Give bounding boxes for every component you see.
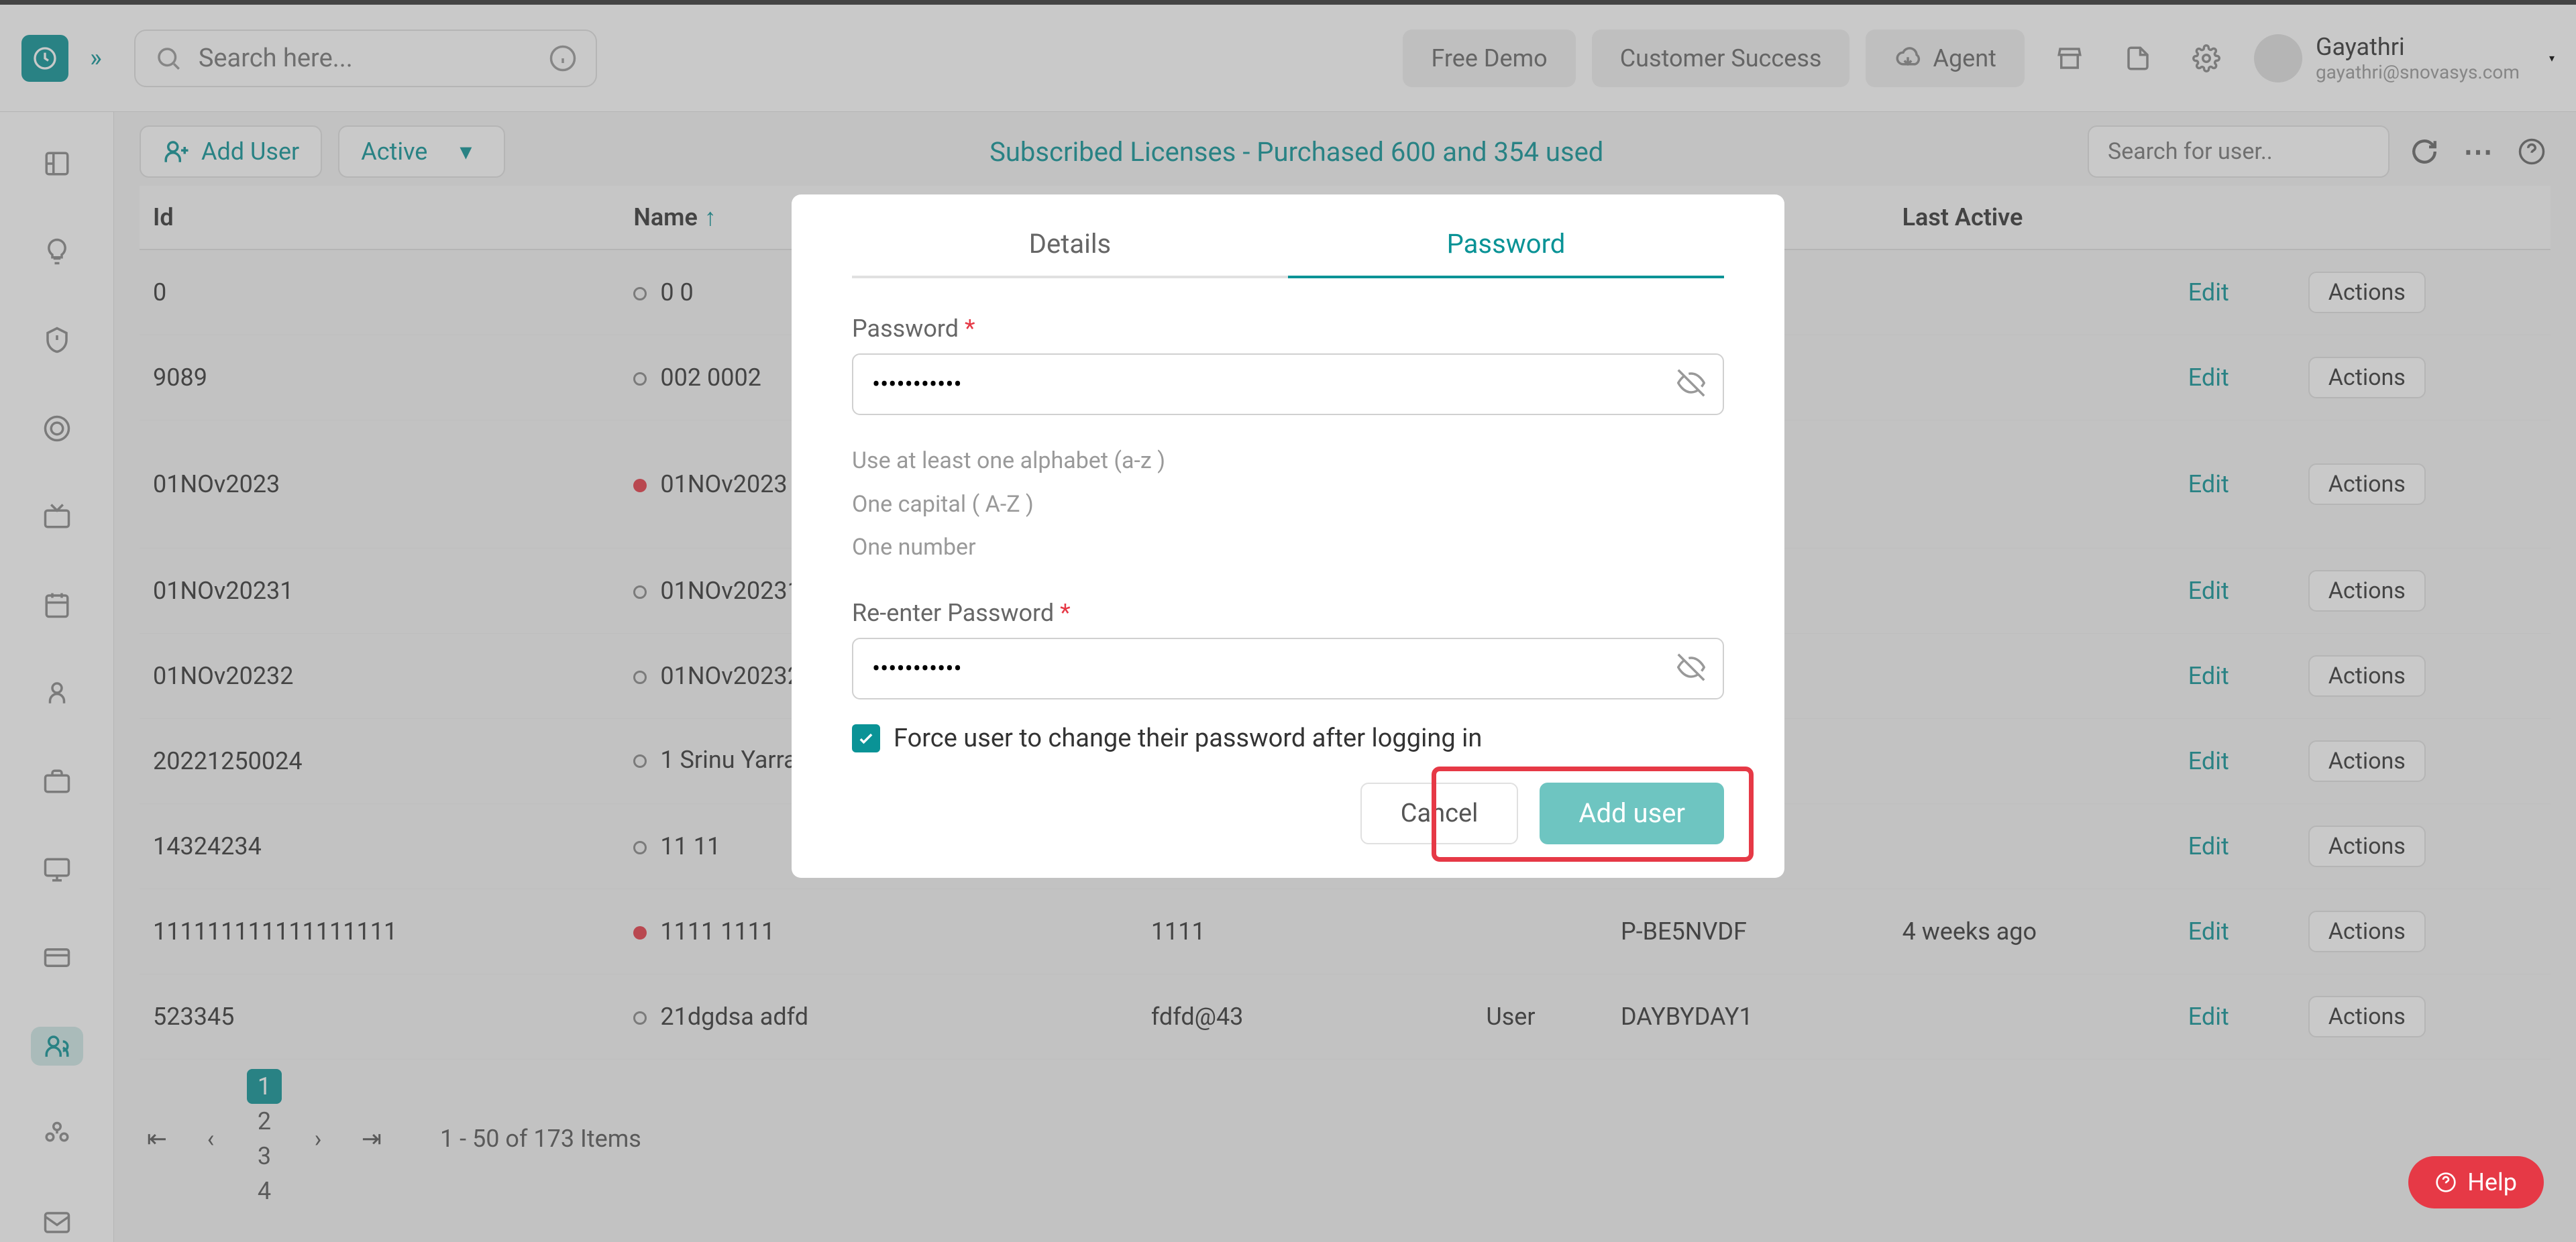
help-button[interactable]: Help [2408,1156,2544,1208]
force-change-label: Force user to change their password afte… [894,724,1482,753]
toggle-visibility-icon[interactable] [1677,369,1705,400]
add-user-modal: Details Password Password * Use at least… [792,194,1784,878]
modal-overlay[interactable]: Details Password Password * Use at least… [0,0,2576,1242]
password-hint: One number [852,526,1724,569]
tab-password[interactable]: Password [1288,228,1724,278]
password-hint: One capital ( A-Z ) [852,483,1724,526]
reenter-password-label: Re-enter Password * [852,599,1724,627]
tab-details[interactable]: Details [852,228,1288,278]
password-hint: Use at least one alphabet (a-z ) [852,439,1724,483]
cancel-button[interactable]: Cancel [1360,783,1519,844]
reenter-password-input[interactable] [852,638,1724,699]
help-circle-icon [2435,1172,2457,1193]
password-input[interactable] [852,353,1724,415]
add-user-submit-button[interactable]: Add user [1540,783,1724,844]
force-change-checkbox[interactable] [852,724,880,752]
check-icon [857,729,875,748]
password-label: Password * [852,315,1724,343]
toggle-visibility-icon[interactable] [1677,653,1705,684]
